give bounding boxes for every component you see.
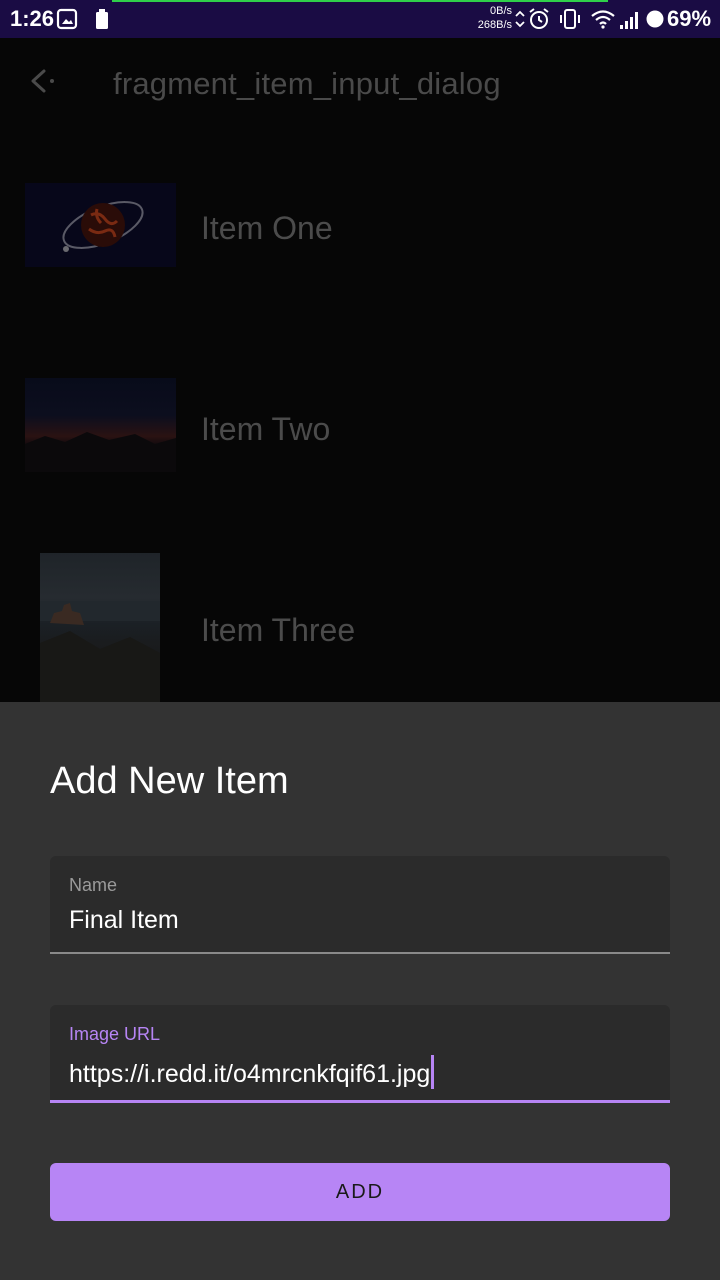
network-speed: 0B/s 268B/s — [470, 4, 512, 32]
dialog-title: Add New Item — [50, 760, 289, 802]
text-caret — [431, 1055, 435, 1089]
app-bar: fragment_item_input_dialog — [0, 38, 720, 128]
coastal-church-image — [40, 553, 160, 702]
name-field-value[interactable]: Final Item — [69, 906, 179, 935]
add-button-label: ADD — [335, 1180, 385, 1203]
list-item-label: Item One — [201, 210, 333, 246]
list-item[interactable]: Item Three — [0, 553, 720, 703]
battery-status-icon — [646, 10, 664, 28]
list-item-label: Item Two — [201, 411, 331, 447]
wifi-icon — [591, 10, 615, 29]
list-item[interactable]: Item Two — [0, 366, 720, 516]
signal-icon — [620, 12, 638, 29]
download-progress-line — [112, 0, 608, 2]
vibrate-icon — [560, 9, 580, 29]
battery-small-icon — [96, 9, 108, 29]
list-item-label: Item Three — [201, 612, 356, 648]
image-url-field-label: Image URL — [69, 1024, 161, 1044]
sunset-mountains-image — [25, 378, 176, 472]
name-field[interactable]: Name Final Item — [50, 856, 670, 954]
name-field-label: Name — [69, 875, 118, 895]
image-url-field-underline — [50, 1100, 670, 1103]
name-field-underline — [50, 952, 670, 954]
download-speed: 268B/s — [477, 19, 512, 31]
status-bar: 1:26 0B/s 268B/s 69% — [0, 0, 720, 38]
list-item[interactable]: Item One — [0, 165, 720, 315]
gallery-notification-icon — [56, 8, 78, 30]
image-url-field[interactable]: Image URL https://i.redd.it/o4mrcnkfqif6… — [50, 1005, 670, 1103]
image-url-field-value[interactable]: https://i.redd.it/o4mrcnkfqif61.jpg — [69, 1055, 435, 1089]
status-time: 1:26 — [10, 6, 55, 31]
back-arrow-icon[interactable] — [28, 66, 58, 96]
add-button[interactable]: ADD — [50, 1163, 670, 1221]
battery-percentage: 69% — [667, 6, 712, 31]
planet-orbit-image — [25, 183, 176, 267]
image-url-text: https://i.redd.it/o4mrcnkfqif61.jpg — [69, 1060, 431, 1088]
page-title: fragment_item_input_dialog — [113, 66, 501, 101]
add-item-bottom-sheet: Add New Item Name Final Item Image URL h… — [0, 702, 720, 1280]
data-arrows-icon — [515, 10, 525, 28]
alarm-icon — [529, 8, 549, 29]
upload-speed: 0B/s — [489, 5, 512, 17]
